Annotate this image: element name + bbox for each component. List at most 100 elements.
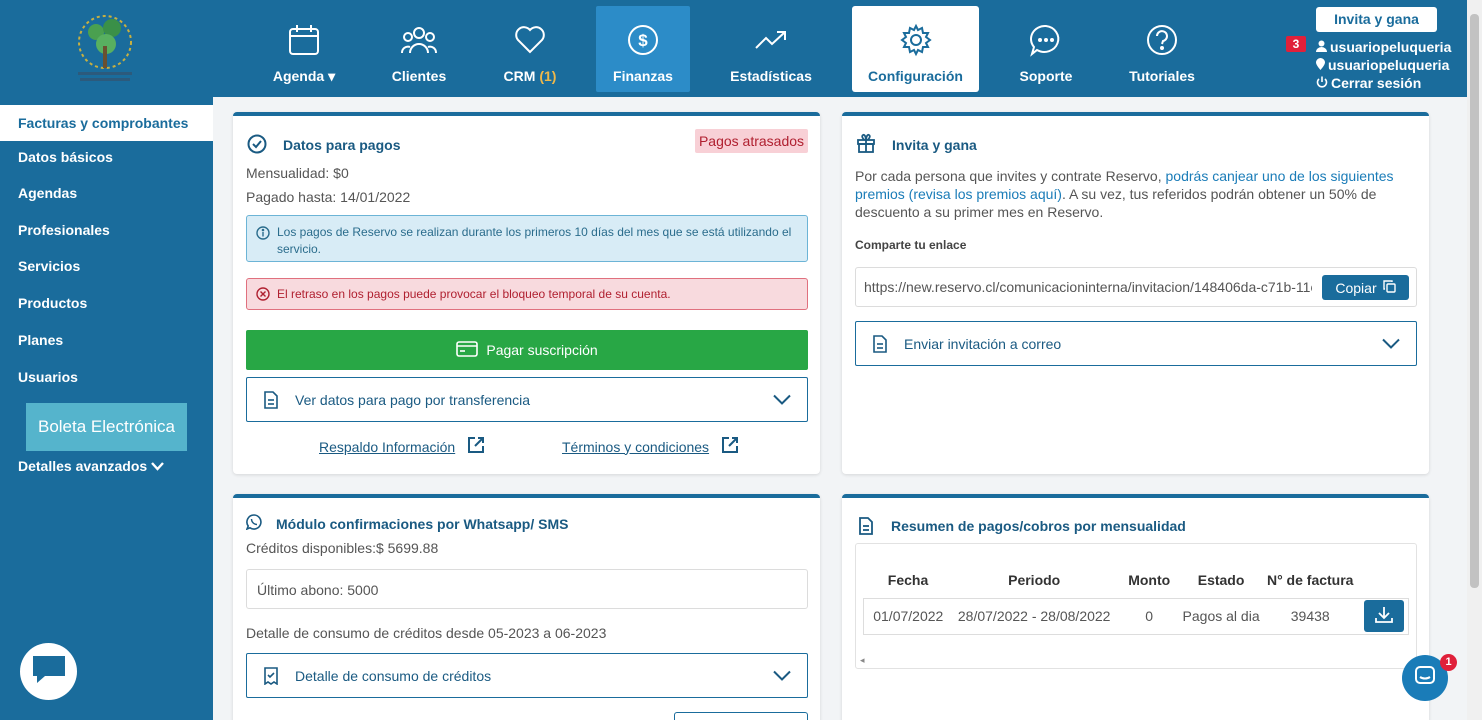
live-chat-button[interactable] bbox=[20, 643, 77, 700]
scrollbar-thumb[interactable] bbox=[1470, 14, 1479, 588]
credit-detail-toggle[interactable]: Detalle de consumo de créditos bbox=[246, 653, 808, 698]
sidebar-item-usuarios[interactable]: Usuarios bbox=[0, 359, 213, 395]
nav-clientes-label: Clientes bbox=[391, 68, 447, 84]
sidebar-item-profesionales[interactable]: Profesionales bbox=[0, 212, 213, 248]
nav-configuracion[interactable]: Configuración bbox=[852, 6, 979, 92]
nav-tutoriales-label: Tutoriales bbox=[1129, 68, 1195, 84]
cell-fecha: 01/07/2022 bbox=[862, 597, 953, 635]
info-alert-text: Los pagos de Reservo se realizan durante… bbox=[277, 225, 792, 256]
sidebar-item-productos[interactable]: Productos bbox=[0, 285, 213, 321]
user-icon bbox=[1316, 39, 1327, 55]
invite-and-earn-button[interactable]: Invita y gana bbox=[1316, 7, 1437, 32]
pay-subscription-label: Pagar suscripción bbox=[486, 342, 598, 358]
danger-alert-text: El retraso en los pagos puede provocar e… bbox=[277, 287, 671, 301]
invite-card: Invita y gana Por cada persona que invit… bbox=[842, 112, 1429, 474]
help-circle-icon bbox=[1145, 23, 1179, 57]
sidebar-item-planes[interactable]: Planes bbox=[0, 322, 213, 358]
invite-description: Por cada persona que invites y contrate … bbox=[855, 167, 1421, 221]
backup-info-link[interactable]: Respaldo Información bbox=[319, 436, 485, 457]
paid-until: Pagado hasta: 14/01/2022 bbox=[246, 189, 411, 205]
cell-periodo: 28/07/2022 - 28/08/2022 bbox=[952, 597, 1116, 635]
top-navigation-bar: Agenda ▾ Clientes CRM (1) $ Finanzas Est… bbox=[0, 0, 1467, 97]
cell-monto: 0 bbox=[1115, 597, 1183, 635]
nav-agenda-label: Agenda bbox=[272, 68, 325, 84]
partial-button[interactable] bbox=[674, 712, 808, 720]
user-menu[interactable]: usuariopeluqueria bbox=[1316, 39, 1451, 55]
nav-finanzas[interactable]: $ Finanzas bbox=[596, 6, 690, 92]
gear-icon bbox=[899, 23, 933, 57]
transfer-toggle-label: Ver datos para pago por transferencia bbox=[295, 391, 531, 408]
whatsapp-icon bbox=[245, 514, 262, 535]
sidebar-item-facturas[interactable]: Facturas y comprobantes bbox=[0, 105, 213, 141]
document-icon bbox=[263, 390, 279, 409]
backup-link-label: Respaldo Información bbox=[319, 438, 456, 455]
sidebar-item-servicios[interactable]: Servicios bbox=[0, 248, 213, 284]
nav-estadisticas-label: Estadísticas bbox=[730, 68, 812, 84]
cell-actions bbox=[1360, 597, 1409, 635]
payment-summary-card: Resumen de pagos/cobros por mensualidad … bbox=[842, 494, 1429, 720]
download-icon bbox=[1375, 606, 1394, 627]
last-payment-field: Último abono: 5000 bbox=[246, 569, 808, 609]
sidebar-item-datos-basicos[interactable]: Datos básicos bbox=[0, 139, 213, 175]
location-name: usuariopeluqueria bbox=[1328, 57, 1450, 73]
page-scrollbar[interactable] bbox=[1467, 0, 1482, 720]
terms-link-label: Términos y condiciones bbox=[562, 438, 710, 455]
nav-tutoriales[interactable]: Tutoriales bbox=[1120, 6, 1204, 92]
danger-alert: El retraso en los pagos puede provocar e… bbox=[246, 278, 808, 310]
sidebar-item-detalles-avanzados[interactable]: Detalles avanzados bbox=[0, 448, 213, 484]
trending-up-icon bbox=[754, 23, 788, 57]
nav-crm[interactable]: CRM (1) bbox=[490, 6, 570, 92]
intercom-badge: 1 bbox=[1440, 654, 1457, 671]
notification-badge[interactable]: 3 bbox=[1286, 36, 1306, 52]
logout-link[interactable]: Cerrar sesión bbox=[1316, 75, 1421, 91]
copy-icon bbox=[1382, 279, 1396, 296]
check-circle-icon bbox=[247, 134, 267, 159]
scroll-left-arrow[interactable]: ◂ bbox=[860, 655, 865, 666]
nav-estadisticas[interactable]: Estadísticas bbox=[718, 6, 824, 92]
user-name: usuariopeluqueria bbox=[1330, 39, 1452, 55]
nav-crm-label: CRM bbox=[503, 68, 536, 84]
credit-card-icon bbox=[456, 340, 479, 360]
share-link-label: Comparte tu enlace bbox=[855, 238, 967, 252]
nav-clientes[interactable]: Clientes bbox=[378, 6, 460, 92]
message-icon bbox=[1414, 665, 1436, 692]
error-circle-icon bbox=[256, 287, 270, 304]
receipt-icon bbox=[263, 666, 279, 685]
chevron-down-icon bbox=[773, 394, 791, 405]
summary-card-title: Resumen de pagos/cobros por mensualidad bbox=[891, 518, 1186, 534]
copy-button[interactable]: Copiar bbox=[1322, 275, 1409, 300]
company-logo[interactable] bbox=[70, 6, 140, 88]
email-invite-toggle[interactable]: Enviar invitación a correo bbox=[855, 321, 1417, 366]
external-link-icon bbox=[467, 436, 485, 457]
cell-factura: 39438 bbox=[1259, 597, 1361, 635]
heart-icon bbox=[514, 23, 546, 57]
chevron-down-icon bbox=[151, 458, 164, 474]
email-toggle-label: Enviar invitación a correo bbox=[904, 335, 1062, 352]
col-monto: Monto bbox=[1128, 571, 1171, 588]
share-url-value: https://new.reservo.cl/comunicacioninter… bbox=[864, 279, 1312, 295]
col-estado: Estado bbox=[1197, 571, 1245, 588]
caret-down-icon: ▾ bbox=[324, 68, 336, 84]
credit-detail-range: Detalle de consumo de créditos desde 05-… bbox=[246, 625, 607, 641]
payment-card-title: Datos para pagos bbox=[283, 137, 401, 153]
chevron-down-icon bbox=[773, 670, 791, 681]
power-icon bbox=[1316, 75, 1328, 91]
share-url-field[interactable]: https://new.reservo.cl/comunicacioninter… bbox=[855, 267, 1417, 307]
col-periodo: Periodo bbox=[1008, 571, 1061, 588]
chat-bubble-icon bbox=[1029, 23, 1063, 57]
location-menu[interactable]: usuariopeluqueria bbox=[1316, 57, 1449, 73]
sidebar-item-agendas[interactable]: Agendas bbox=[0, 175, 213, 211]
invite-text-1: Por cada persona que invites y contrate … bbox=[855, 168, 1166, 184]
pay-subscription-button[interactable]: Pagar suscripción bbox=[246, 330, 808, 370]
status-badge: Pagos atrasados bbox=[695, 129, 808, 153]
boleta-electronica-button[interactable]: Boleta Electrónica bbox=[26, 403, 187, 451]
terms-link[interactable]: Términos y condiciones bbox=[562, 436, 739, 457]
available-credits: Créditos disponibles:$ 5699.88 bbox=[246, 540, 439, 556]
download-invoice-button[interactable] bbox=[1364, 600, 1405, 632]
transfer-data-toggle[interactable]: Ver datos para pago por transferencia bbox=[246, 377, 808, 422]
nav-soporte-label: Soporte bbox=[1019, 68, 1073, 84]
svg-text:$: $ bbox=[638, 31, 648, 50]
settings-sidebar: Facturas y comprobantes Datos básicos Ag… bbox=[0, 97, 213, 720]
nav-soporte[interactable]: Soporte bbox=[1010, 6, 1082, 92]
nav-agenda[interactable]: Agenda ▾ bbox=[262, 6, 346, 92]
